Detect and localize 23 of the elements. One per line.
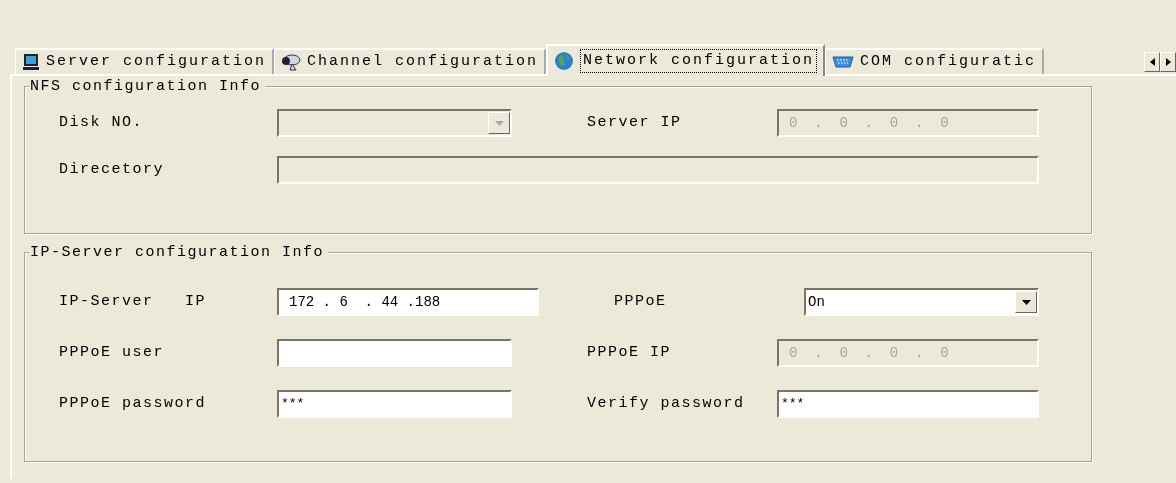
scroll-left-button[interactable] xyxy=(1144,52,1160,72)
text-field[interactable] xyxy=(277,339,512,367)
field-label: IP-Server IP xyxy=(59,291,208,312)
field-label: PPPoE xyxy=(614,291,668,312)
field-label: Verify password xyxy=(587,393,746,414)
serial-port-icon xyxy=(832,55,855,69)
left-arrow-icon xyxy=(1149,58,1155,66)
field-label: PPPoE user xyxy=(59,342,165,363)
scroll-right-button[interactable] xyxy=(1160,52,1176,72)
globe-icon xyxy=(554,51,575,71)
field-label: Server IP xyxy=(587,112,683,133)
ip-address-field[interactable]: 172 . 6 . 44 .188 xyxy=(277,288,539,316)
tab[interactable]: Network configuration xyxy=(546,44,826,76)
password-field[interactable]: *** xyxy=(777,390,1039,418)
right-arrow-icon xyxy=(1165,58,1171,66)
dropdown[interactable]: On xyxy=(804,288,1039,316)
password-field[interactable]: *** xyxy=(277,390,512,418)
field-label: PPPoE IP xyxy=(587,342,672,363)
field-label: Disk NO. xyxy=(59,112,144,133)
field-label: Direcetory xyxy=(59,159,165,180)
camera-icon xyxy=(281,53,302,71)
monitor-icon xyxy=(22,53,40,71)
field-label: PPPoE password xyxy=(59,393,208,414)
